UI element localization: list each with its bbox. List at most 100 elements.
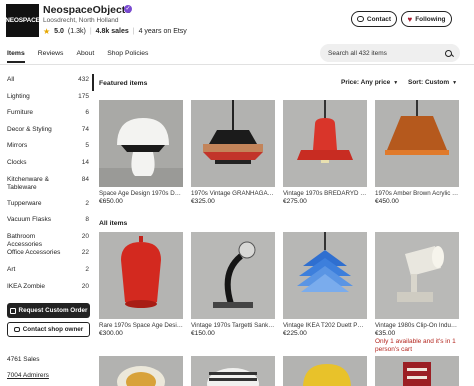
- listing-card[interactable]: [283, 356, 367, 386]
- sidebar-item-clocks[interactable]: Clocks 14: [7, 159, 89, 176]
- shop-location: Loosdrecht, North Holland: [43, 17, 119, 24]
- listing-title[interactable]: Vintage 1970s BREDARYD Small Pendant: [283, 190, 367, 197]
- admirers-link[interactable]: 7004 Admirers: [7, 372, 49, 379]
- listing-card[interactable]: 1970s Amber Brown Acrylic Pendant €450.0…: [375, 100, 459, 205]
- listing-image[interactable]: [191, 356, 275, 386]
- listing-price: €450.00: [375, 198, 399, 205]
- document-icon: [9, 307, 16, 314]
- listing-title[interactable]: Rare 1970s Space Age Design Lamp: [99, 322, 183, 329]
- sidebar-item-all[interactable]: All 432: [7, 76, 89, 93]
- sidebar-item-vacuum-flasks[interactable]: Vacuum Flasks 8: [7, 216, 89, 233]
- chat-icon: [13, 327, 20, 332]
- sidebar-item-bathroom[interactable]: Bathroom Accessories 20: [7, 233, 89, 250]
- request-custom-order-button[interactable]: Request Custom Order: [7, 303, 90, 318]
- tabs-divider: [0, 64, 474, 65]
- sidebar-item-office[interactable]: Office Accessories 22: [7, 249, 89, 266]
- listing-card[interactable]: [191, 356, 275, 386]
- listing-title[interactable]: Vintage 1970s Targetti Sankey Lamp: [191, 322, 275, 329]
- listing-title[interactable]: 1970s Amber Brown Acrylic Pendant: [375, 190, 459, 197]
- listing-card[interactable]: [375, 356, 459, 386]
- following-label: Following: [415, 15, 446, 23]
- tab-items[interactable]: Items: [7, 50, 25, 63]
- all-items-heading: All items: [99, 220, 128, 227]
- tab-shop-policies[interactable]: Shop Policies: [107, 50, 148, 63]
- sidebar-item-furniture[interactable]: Furniture 6: [7, 109, 89, 126]
- pendant-lamp-image: [385, 100, 449, 155]
- following-button[interactable]: ♥ Following: [401, 11, 452, 27]
- listing-card[interactable]: Vintage 1970s BREDARYD Small Pendant €27…: [283, 100, 367, 205]
- shop-tabs: Items Reviews About Shop Policies: [7, 50, 148, 63]
- request-custom-order-label: Request Custom Order: [18, 307, 88, 314]
- listing-image[interactable]: [99, 232, 183, 319]
- contact-shop-owner-label: Contact shop owner: [22, 326, 84, 333]
- contact-shop-owner-button[interactable]: Contact shop owner: [7, 322, 90, 337]
- shop-stats: ★ 5.0 (1.3k) | 4.8k sales | 4 years on E…: [43, 27, 187, 36]
- listing-card[interactable]: 1970s Vintage GRANHAGA Pendant €325.00: [191, 100, 275, 205]
- sidebar-item-ikea-zombie[interactable]: IKEA Zombie 20: [7, 283, 89, 300]
- sidebar-item-art[interactable]: Art 2: [7, 266, 89, 283]
- listing-image[interactable]: [375, 232, 459, 319]
- sort-label: Sort: Custom: [408, 79, 450, 86]
- sales-count: 4.8k sales: [95, 28, 129, 35]
- chat-icon: [356, 16, 364, 22]
- contact-button[interactable]: Contact: [351, 11, 397, 27]
- listing-card[interactable]: Rare 1970s Space Age Design Lamp €300.00: [99, 232, 183, 337]
- listing-image[interactable]: [191, 100, 275, 187]
- listing-price: €150.00: [191, 330, 215, 337]
- listing-card[interactable]: Vintage 1970s Targetti Sankey Lamp €150.…: [191, 232, 275, 337]
- listing-image[interactable]: [283, 100, 367, 187]
- listing-title[interactable]: Vintage IKEA T202 Duett Pendant: [283, 322, 367, 329]
- listing-title[interactable]: 1970s Vintage GRANHAGA Pendant: [191, 190, 275, 197]
- chevron-down-icon: ▼: [452, 79, 458, 86]
- shop-logo: NEOSPACE: [5, 4, 40, 37]
- pendant-lamp-image: [297, 100, 353, 163]
- product-image: [117, 366, 165, 386]
- tab-reviews[interactable]: Reviews: [38, 50, 64, 63]
- sidebar-item-lighting[interactable]: Lighting 175: [7, 93, 89, 110]
- product-image: [303, 364, 351, 386]
- listing-card[interactable]: [99, 356, 183, 386]
- featured-items-heading: Featured items: [99, 80, 148, 87]
- price-filter-label: Price: Any price: [341, 79, 391, 86]
- divider: |: [89, 28, 92, 35]
- listing-title[interactable]: Space Age Design 1970s Desk Lamp: [99, 190, 183, 197]
- listing-image[interactable]: [283, 232, 367, 319]
- sort-dropdown[interactable]: Sort: Custom ▼: [408, 79, 457, 86]
- active-category-indicator: [92, 74, 94, 91]
- divider: |: [132, 28, 135, 35]
- contact-label: Contact: [366, 15, 392, 23]
- listing-image[interactable]: [375, 100, 459, 187]
- listing-card[interactable]: Vintage 1980s Clip-On Industrial Lamp €3…: [375, 232, 459, 354]
- listing-image[interactable]: [99, 356, 183, 386]
- product-image: [207, 368, 259, 386]
- listing-price: €300.00: [99, 330, 123, 337]
- listing-card[interactable]: Space Age Design 1970s Desk Lamp €650.00: [99, 100, 183, 205]
- listing-card[interactable]: Vintage IKEA T202 Duett Pendant €225.00: [283, 232, 367, 337]
- star-icon: ★: [43, 27, 51, 36]
- scarcity-note: Only 1 available and it's in 1 person's …: [375, 338, 456, 353]
- listing-title[interactable]: Vintage 1980s Clip-On Industrial Lamp: [375, 322, 459, 329]
- search-input[interactable]: Search all 432 items: [320, 44, 460, 62]
- verified-badge-icon: ✓: [124, 5, 132, 13]
- shop-name: NeospaceObjects: [43, 4, 132, 16]
- search-placeholder: Search all 432 items: [328, 49, 387, 57]
- sidebar-item-kitchenware[interactable]: Kitchenware & Tableware 84: [7, 176, 89, 200]
- listing-image[interactable]: [191, 232, 275, 319]
- listing-image[interactable]: [283, 356, 367, 386]
- sidebar-item-mirrors[interactable]: Mirrors 5: [7, 142, 89, 159]
- listing-image[interactable]: [375, 356, 459, 386]
- listing-image[interactable]: [99, 100, 183, 187]
- search-icon[interactable]: [445, 49, 452, 57]
- chevron-down-icon: ▼: [393, 79, 399, 86]
- listing-price: €275.00: [283, 198, 307, 205]
- desk-lamp-image: [213, 241, 256, 308]
- product-image: [403, 362, 431, 386]
- review-count[interactable]: (1.3k): [68, 28, 86, 35]
- sidebar-item-tupperware[interactable]: Tupperware 2: [7, 200, 89, 217]
- sidebar-item-decor[interactable]: Decor & Styling 74: [7, 126, 89, 143]
- pendant-lamp-image: [203, 100, 263, 164]
- rating-value: 5.0: [54, 28, 64, 35]
- price-filter-dropdown[interactable]: Price: Any price ▼: [341, 79, 398, 86]
- listing-price: €225.00: [283, 330, 307, 337]
- tab-about[interactable]: About: [76, 50, 94, 63]
